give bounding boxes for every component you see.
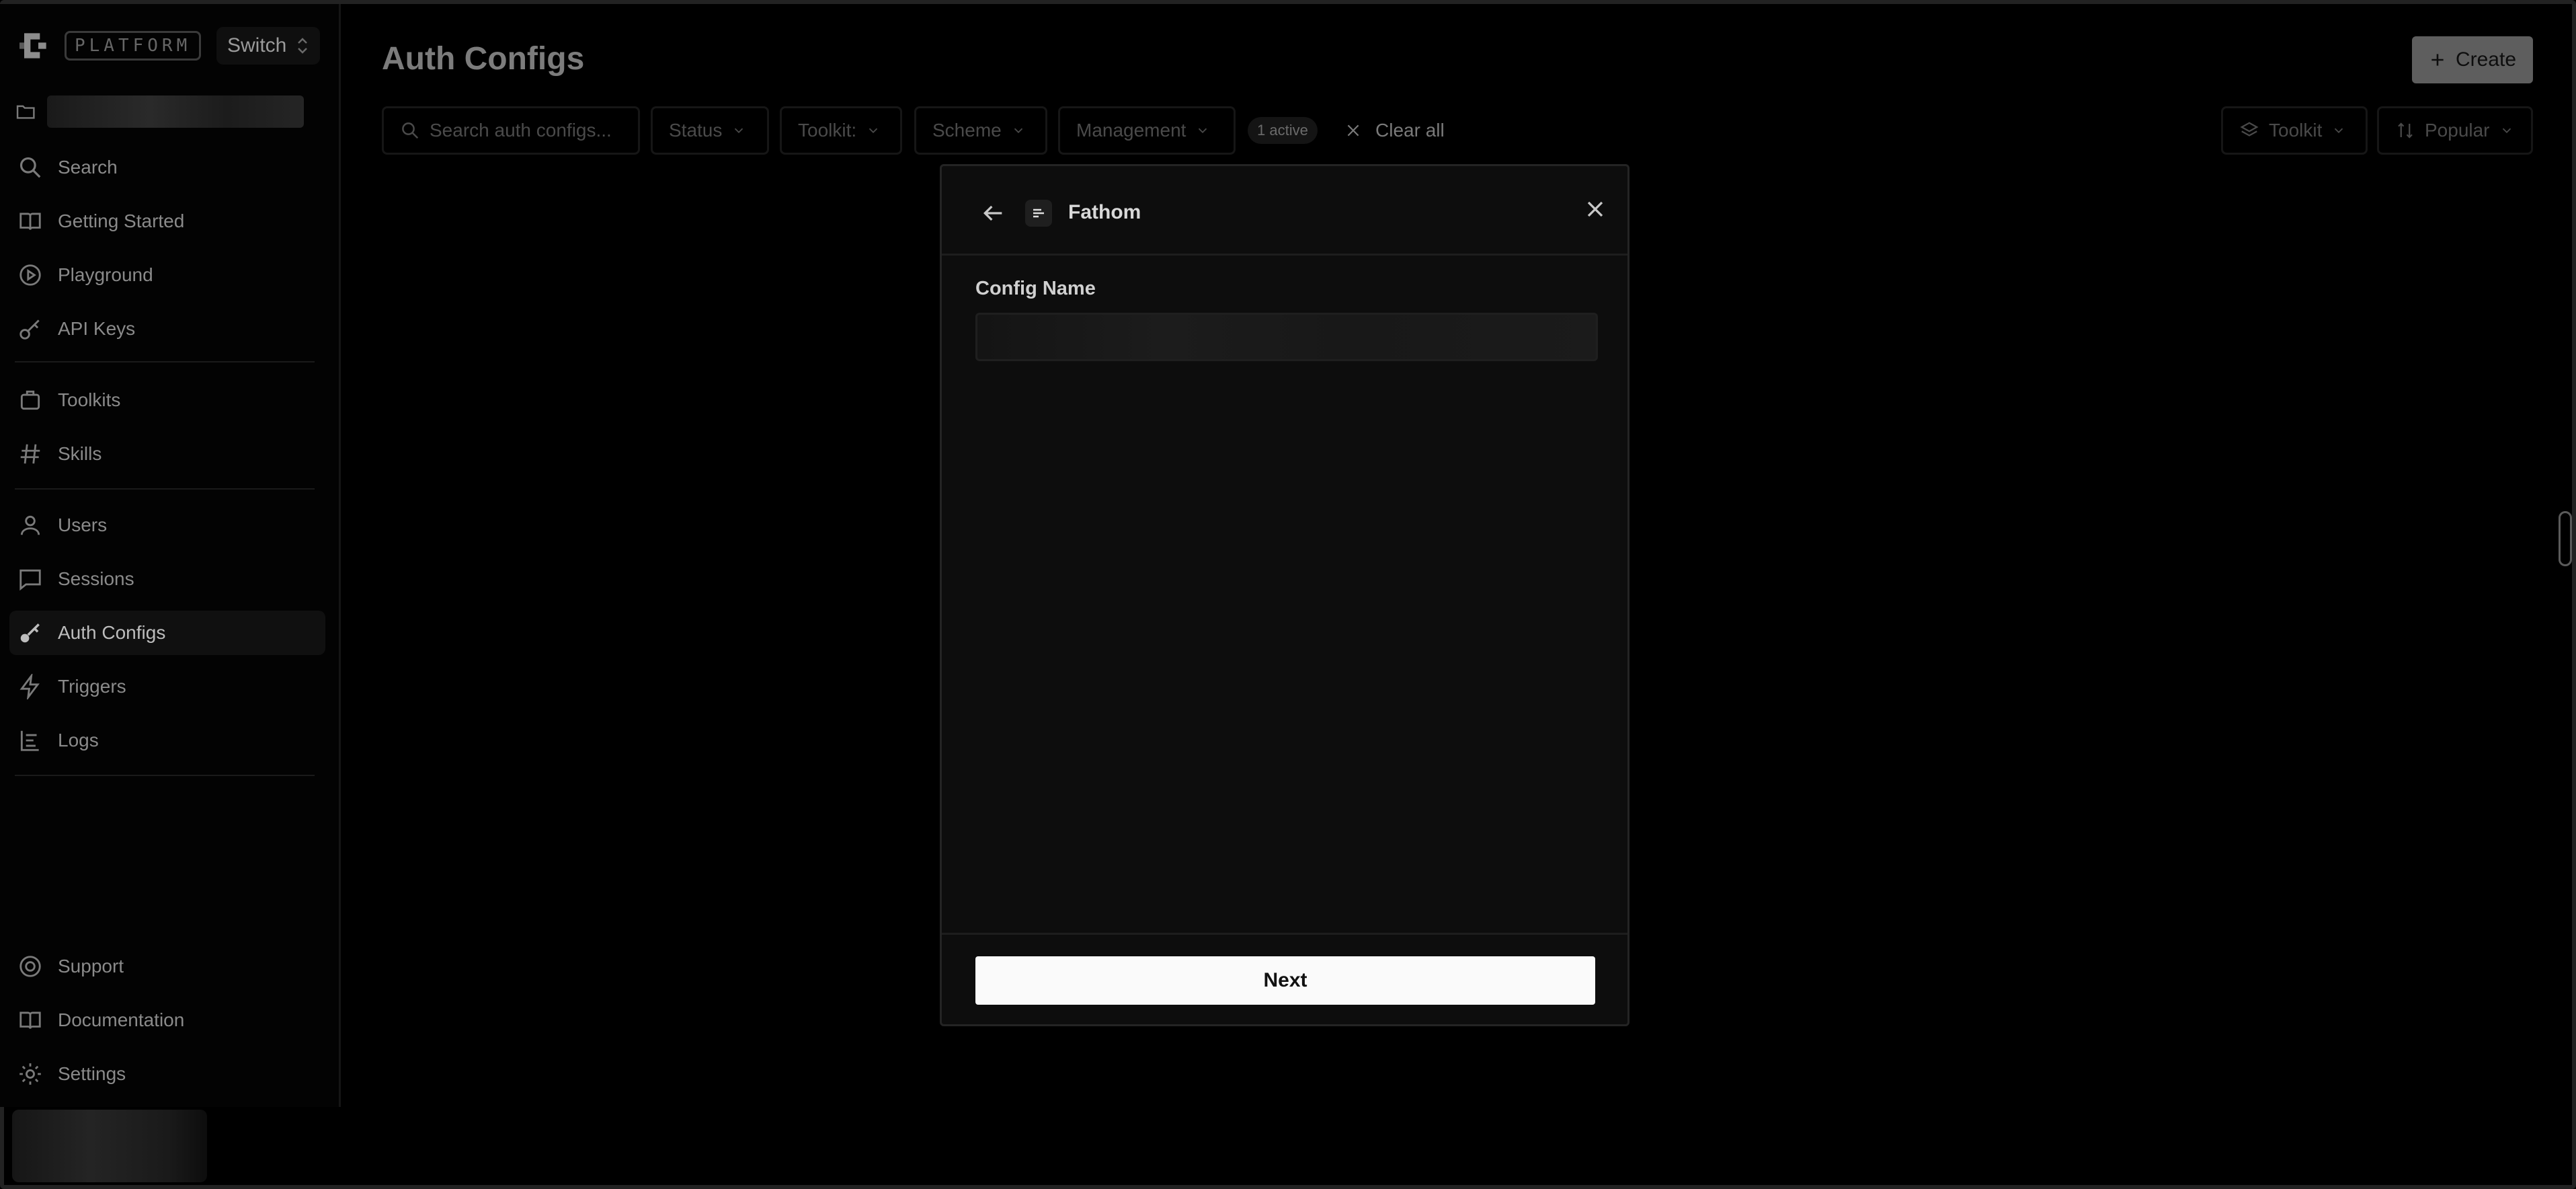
sidebar-divider bbox=[15, 775, 315, 776]
management-filter[interactable]: Management bbox=[1058, 106, 1236, 155]
modal-footer: Next bbox=[942, 933, 1627, 1026]
switch-label: Switch bbox=[227, 34, 287, 56]
sidebar-item-skills[interactable]: Skills bbox=[9, 432, 325, 476]
chat-icon bbox=[19, 569, 41, 591]
book-icon bbox=[19, 1011, 41, 1029]
sidebar-divider bbox=[15, 361, 315, 362]
support-icon bbox=[19, 956, 41, 977]
logs-icon bbox=[20, 730, 39, 751]
toolkit-view-select[interactable]: Toolkit bbox=[2221, 106, 2368, 155]
gear-icon bbox=[19, 1063, 41, 1085]
sidebar-item-getting-started[interactable]: Getting Started bbox=[9, 199, 325, 243]
search-icon bbox=[402, 122, 419, 139]
create-button[interactable]: Create bbox=[2412, 36, 2533, 83]
sidebar-item-label: Users bbox=[58, 514, 108, 535]
book-icon bbox=[19, 213, 41, 230]
sort-select[interactable]: Popular bbox=[2377, 106, 2533, 155]
sidebar-item-api-keys[interactable]: API Keys bbox=[9, 307, 325, 351]
account-menu-redacted[interactable] bbox=[12, 1110, 207, 1182]
sidebar-item-label: API Keys bbox=[58, 318, 136, 339]
folder-icon bbox=[16, 105, 35, 119]
sidebar-item-documentation[interactable]: Documentation bbox=[9, 998, 325, 1042]
search-filter[interactable]: Search auth configs... bbox=[382, 106, 640, 155]
plus-icon bbox=[2431, 54, 2444, 66]
scheme-filter-label: Scheme bbox=[932, 120, 1002, 141]
create-label: Create bbox=[2455, 48, 2517, 71]
toolkit-filter[interactable]: Toolkit: bbox=[780, 106, 902, 155]
back-arrow-icon[interactable] bbox=[979, 200, 1006, 227]
sidebar-item-label: Skills bbox=[58, 443, 102, 464]
key-icon bbox=[20, 623, 40, 643]
sort-label: Popular bbox=[2425, 120, 2490, 141]
sidebar-item-auth-configs[interactable]: Auth Configs bbox=[9, 611, 325, 655]
clear-all-button[interactable]: Clear all bbox=[1344, 113, 1445, 148]
sidebar-item-label: Getting Started bbox=[58, 210, 185, 231]
status-filter-label: Status bbox=[669, 120, 723, 141]
sort-icon bbox=[2398, 122, 2413, 139]
scheme-filter[interactable]: Scheme bbox=[914, 106, 1047, 155]
bolt-icon bbox=[19, 674, 40, 699]
hash-icon bbox=[20, 444, 40, 464]
brand: PLATFORM bbox=[15, 24, 202, 67]
sidebar-item-sessions[interactable]: Sessions bbox=[9, 557, 325, 601]
sidebar-item-search[interactable]: Search bbox=[9, 145, 325, 190]
chevron-down-icon bbox=[1199, 128, 1207, 134]
modal-title: Fathom bbox=[1068, 201, 1141, 223]
chevron-down-icon bbox=[735, 128, 743, 134]
sidebar-item-label: Playground bbox=[58, 264, 153, 285]
search-icon bbox=[19, 157, 41, 178]
sidebar-divider bbox=[15, 488, 315, 490]
platform-badge: PLATFORM bbox=[65, 31, 202, 61]
config-name-input[interactable] bbox=[975, 313, 1598, 361]
chevron-updown-icon bbox=[298, 38, 308, 54]
chevron-down-icon bbox=[1014, 128, 1022, 134]
user-icon bbox=[20, 515, 40, 535]
active-filter-badge: 1 active bbox=[1248, 117, 1318, 144]
sidebar-item-label: Support bbox=[58, 956, 124, 976]
sidebar-item-toolkits[interactable]: Toolkits bbox=[9, 378, 325, 422]
search-input[interactable]: Search auth configs... bbox=[430, 120, 612, 141]
modal-header: Fathom bbox=[942, 166, 1627, 256]
sidebar-item-triggers[interactable]: Triggers bbox=[9, 664, 325, 709]
sidebar-item-label: Logs bbox=[58, 730, 99, 751]
sidebar-item-label: Settings bbox=[58, 1063, 126, 1084]
sidebar-item-label: Sessions bbox=[58, 568, 134, 589]
sidebar-item-label: Auth Configs bbox=[58, 622, 166, 643]
next-button[interactable]: Next bbox=[975, 956, 1595, 1005]
toolkit-filter-label: Toolkit: bbox=[798, 120, 857, 141]
project-selector[interactable] bbox=[15, 93, 304, 130]
switch-button[interactable]: Switch bbox=[216, 27, 321, 65]
sidebar-item-label: Toolkits bbox=[58, 389, 121, 410]
scrollbar-thumb[interactable] bbox=[2559, 511, 2572, 566]
create-auth-config-modal: Fathom Config Name Next bbox=[940, 164, 1629, 1026]
sidebar-item-label: Documentation bbox=[58, 1009, 185, 1030]
toolkit-icon bbox=[20, 390, 40, 410]
chevron-down-icon bbox=[869, 128, 878, 134]
sidebar-item-logs[interactable]: Logs bbox=[9, 718, 325, 763]
sidebar-item-label: Triggers bbox=[58, 676, 126, 697]
clear-all-label: Clear all bbox=[1375, 120, 1445, 141]
toolkit-view-label: Toolkit bbox=[2269, 120, 2323, 141]
close-icon bbox=[1347, 124, 1359, 137]
chevron-down-icon bbox=[2502, 128, 2511, 134]
fathom-logo-icon bbox=[1033, 208, 1044, 218]
management-filter-label: Management bbox=[1076, 120, 1186, 141]
key-icon bbox=[19, 319, 40, 340]
fathom-app-icon bbox=[1025, 200, 1052, 227]
close-icon[interactable] bbox=[1582, 196, 1609, 223]
project-name-redacted bbox=[47, 95, 304, 128]
layers-icon bbox=[2240, 122, 2259, 137]
sidebar: PLATFORM Switch Search Getting Started P… bbox=[0, 4, 341, 1107]
sidebar-item-users[interactable]: Users bbox=[9, 503, 325, 547]
page-title: Auth Configs bbox=[382, 41, 585, 77]
status-filter[interactable]: Status bbox=[651, 106, 769, 155]
chevron-down-icon bbox=[2335, 128, 2343, 134]
sidebar-item-support[interactable]: Support bbox=[9, 944, 325, 989]
sidebar-item-settings[interactable]: Settings bbox=[9, 1052, 325, 1096]
config-name-label: Config Name bbox=[975, 278, 1096, 299]
logo-icon bbox=[19, 33, 46, 59]
sidebar-item-label: Search bbox=[58, 157, 118, 178]
play-circle-icon bbox=[19, 264, 41, 286]
sidebar-item-playground[interactable]: Playground bbox=[9, 253, 325, 297]
